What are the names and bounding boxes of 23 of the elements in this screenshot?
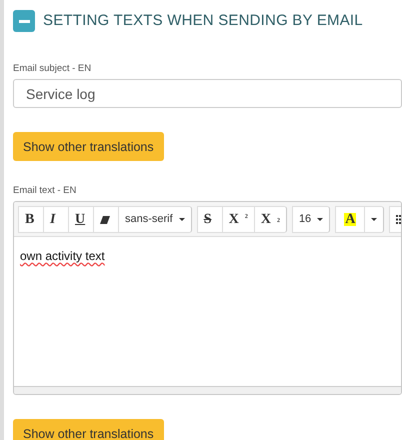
translations-button[interactable]: Show other translations [13,132,164,161]
highlight-button[interactable]: A [335,206,366,233]
collapse-button[interactable] [13,10,35,32]
format-button[interactable]: U [68,206,94,233]
field-label: Email subject - EN [13,62,92,76]
resize-bar[interactable] [14,386,401,394]
format-button[interactable]: I [43,206,69,233]
dropdown-button[interactable]: 16 [292,206,330,233]
field-label: Email text - EN [13,184,76,198]
eraser-button[interactable] [93,206,119,233]
subject-field[interactable]: Service log [13,79,402,108]
format-button[interactable]: B [18,206,44,233]
eraser-icon [100,216,110,224]
caret-icon [371,218,378,221]
translations-button[interactable]: Show other translations [13,419,164,440]
editor-text[interactable]: own activity text [20,249,105,263]
section-title: SETTING TEXTS WHEN SENDING BY EMAIL [43,10,363,31]
format-button[interactable]: X$^{2}$ [222,206,255,233]
format-button[interactable]: S [196,206,223,233]
dropdown-button[interactable]: sans-serif [118,206,192,233]
dropdown-button[interactable] [364,206,384,233]
caret-icon [317,218,324,221]
caret-icon [178,218,185,221]
